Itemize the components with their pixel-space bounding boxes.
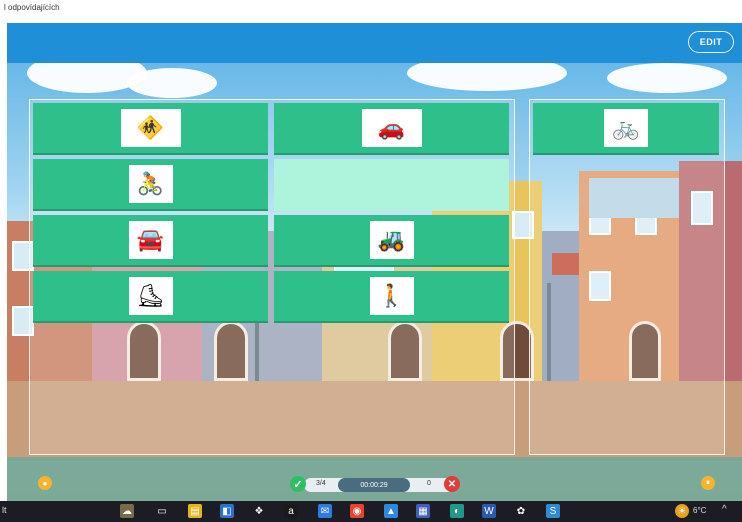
widgets-icon[interactable]: ☁	[120, 504, 134, 518]
weather-icon[interactable]: ☀	[675, 504, 689, 518]
teams-icon[interactable]: ▲	[384, 504, 398, 518]
cloud-decoration	[407, 63, 567, 91]
game-stage: 🚸 🚗 🚴 🚘 🚜 ⛸ 🚶 🚲	[7, 63, 742, 501]
pause-button[interactable]: ⏸	[701, 476, 715, 490]
answer-card[interactable]: 🚶	[274, 271, 509, 323]
app-icon[interactable]: ✿	[514, 504, 528, 518]
answer-card[interactable]: 🚘	[33, 215, 268, 267]
cloud-decoration	[607, 63, 727, 93]
file-explorer-icon[interactable]: ▤	[188, 504, 202, 518]
dropbox-icon[interactable]: ❖	[252, 504, 266, 518]
cloud-decoration	[127, 68, 217, 98]
amazon-icon[interactable]: a	[284, 504, 298, 518]
page-caption: l odpovídajících	[4, 3, 60, 12]
skype-icon[interactable]: S	[546, 504, 560, 518]
store-icon[interactable]: ◧	[220, 504, 234, 518]
calendar-icon[interactable]: ▦	[416, 504, 430, 518]
draggable-card[interactable]: 🚲	[533, 103, 719, 155]
taskbar: lt ☁ ▭ ▤ ◧ ❖ a ✉ ◉ ▲ ▦ ◐ W ✿ S ☀ 6°C ^	[0, 501, 742, 522]
answer-card[interactable]: 🚸	[33, 103, 268, 155]
crosswalk-icon: 🚸	[120, 109, 181, 147]
answer-card[interactable]: 🚗	[274, 103, 509, 155]
skater-girl-icon: ⛸	[128, 277, 173, 315]
gear-icon: ●	[42, 478, 48, 488]
boy-cyclist-icon: 🚲	[604, 109, 648, 147]
empty-drop-slot[interactable]	[274, 159, 509, 211]
timer: 00:00:29	[338, 478, 410, 492]
answer-card[interactable]: ⛸	[33, 271, 268, 323]
tractor-icon: 🚜	[369, 221, 414, 259]
cyclist-icon: 🚴	[128, 165, 173, 203]
chrome-icon[interactable]: ◉	[350, 504, 364, 518]
check-icon: ✓	[290, 476, 306, 492]
score-bar: ✓ 3/4 00:00:29 0 ✕	[290, 476, 460, 494]
pause-icon: ⏸	[706, 478, 710, 487]
word-icon[interactable]: W	[482, 504, 496, 518]
task-view-icon[interactable]: ▭	[155, 504, 169, 518]
settings-button[interactable]: ●	[38, 476, 52, 490]
temperature: 6°C	[693, 506, 707, 515]
chevron-up-icon[interactable]: ^	[722, 504, 727, 515]
close-icon: ✕	[444, 476, 460, 492]
street-car-icon: 🚗	[361, 109, 422, 147]
header-bar: EDIT	[7, 23, 742, 63]
walking-boy-icon: 🚶	[369, 277, 414, 315]
edge-icon[interactable]: ◐	[450, 504, 464, 518]
answer-card[interactable]: 🚴	[33, 159, 268, 211]
edit-button[interactable]: EDIT	[688, 31, 734, 53]
mail-icon[interactable]: ✉	[318, 504, 332, 518]
taskbar-left-text: lt	[2, 505, 7, 515]
answer-card[interactable]: 🚜	[274, 215, 509, 267]
wrong-count: 0	[427, 480, 431, 487]
driver-icon: 🚘	[128, 221, 173, 259]
correct-count: 3/4	[316, 480, 326, 487]
